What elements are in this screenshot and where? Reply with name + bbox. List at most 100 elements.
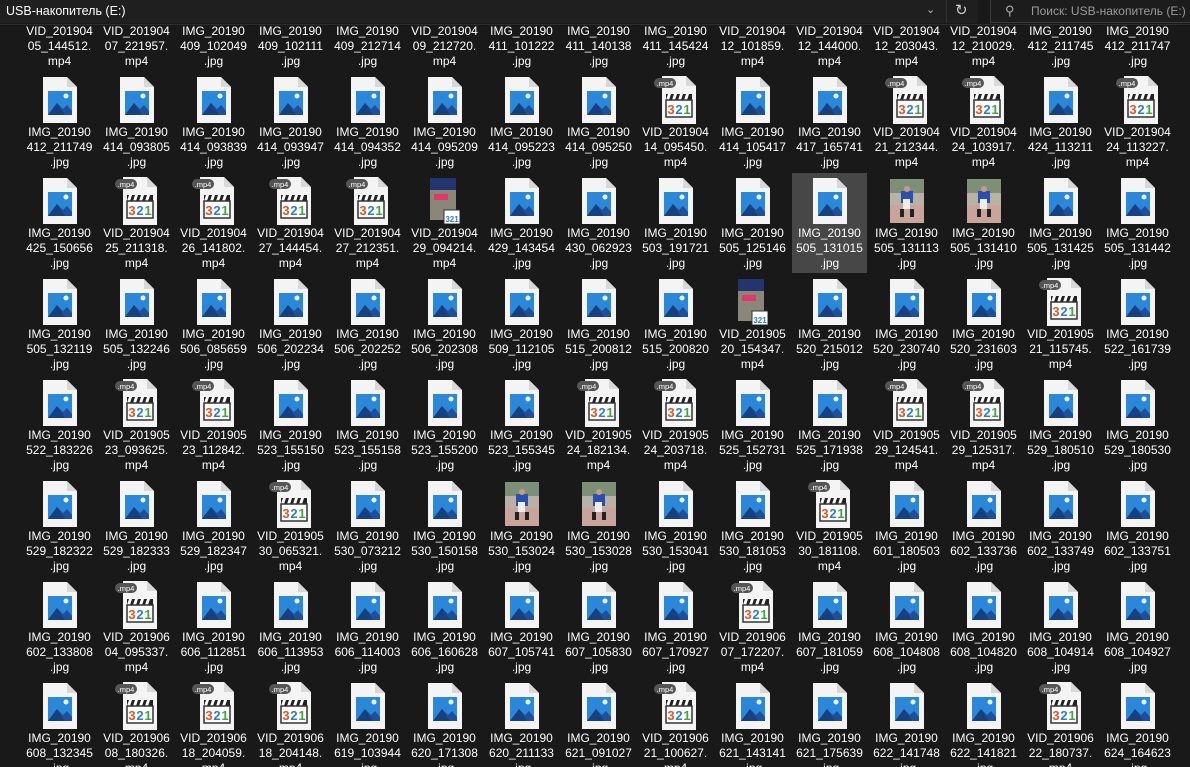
image-file-item[interactable]: IMG_20190 505_131015 .jpg	[792, 173, 867, 273]
image-file-item[interactable]: IMG_20190 608_104927 .jpg	[1100, 577, 1175, 677]
video-file-item[interactable]: .mp4 3 2 1 VID_201904 24_103917. mp4	[946, 72, 1021, 172]
video-file-item[interactable]: .mp4 3 2 1 VID_201904 26_141802. mp4	[176, 173, 251, 273]
image-file-item[interactable]: IMG_20190 520_231603 .jpg	[946, 274, 1021, 374]
image-file-item[interactable]: IMG_20190 411_145424 .jpg	[638, 25, 713, 71]
image-file-item[interactable]: IMG_20190 506_202308 .jpg	[407, 274, 482, 374]
image-file-item[interactable]: IMG_20190 509_112105 .jpg	[484, 274, 559, 374]
image-file-item[interactable]: IMG_20190 530_153041 .jpg	[638, 476, 713, 576]
image-file-item[interactable]: IMG_20190 409_212714 .jpg	[330, 25, 405, 71]
image-file-item[interactable]: IMG_20190621_175639.jpg	[792, 678, 867, 767]
image-file-item[interactable]: IMG_20190 414_105417 .jpg	[715, 72, 790, 172]
address-bar[interactable]: USB-накопитель (E:) ⌄ ↻	[0, 0, 978, 23]
image-file-item[interactable]: IMG_20190 424_113211 .jpg	[1023, 72, 1098, 172]
video-file-item[interactable]: .mp4 3 2 1 VID_201904 27_144454. mp4	[253, 173, 328, 273]
video-file-item[interactable]: VID_201904 09_212720. mp4	[407, 25, 482, 71]
image-file-item[interactable]: IMG_20190 525_171938 .jpg	[792, 375, 867, 475]
image-file-item[interactable]: IMG_20190 601_180503 .jpg	[869, 476, 944, 576]
image-file-item[interactable]: IMG_20190 602_133749 .jpg	[1023, 476, 1098, 576]
image-file-item[interactable]: IMG_20190 529_180510 .jpg	[1023, 375, 1098, 475]
image-file-item[interactable]: IMG_20190 414_093839 .jpg	[176, 72, 251, 172]
image-file-item[interactable]: IMG_20190 602_133751 .jpg	[1100, 476, 1175, 576]
image-file-item[interactable]: IMG_20190 417_165741 .jpg	[792, 72, 867, 172]
video-file-item[interactable]: .mp4 321 VID_20190618_204148.mp4	[253, 678, 328, 767]
image-file-item[interactable]: IMG_20190 530_181053 .jpg	[715, 476, 790, 576]
image-file-item[interactable]: IMG_20190 505_131425 .jpg	[1023, 173, 1098, 273]
video-file-item[interactable]: .mp4 3 2 1 VID_201904 24_113227. mp4	[1100, 72, 1175, 172]
video-file-item[interactable]: .mp4 3 2 1 VID_201904 25_211318. mp4	[99, 173, 174, 273]
image-file-item[interactable]: IMG_20190 606_112851 .jpg	[176, 577, 251, 677]
image-file-item[interactable]: IMG_20190 505_131442 .jpg	[1100, 173, 1175, 273]
image-file-item[interactable]: IMG_20190 530_073212 .jpg	[330, 476, 405, 576]
video-file-item[interactable]: .mp4 3 2 1 VID_201905 23_093625. mp4	[99, 375, 174, 475]
video-file-item[interactable]: VID_201904 12_144000. mp4	[792, 25, 867, 71]
image-file-item[interactable]: IMG_20190620_211133.jpg	[484, 678, 559, 767]
image-file-item[interactable]: IMG_20190 606_113953 .jpg	[253, 577, 328, 677]
image-file-item[interactable]: IMG_20190 606_160628 .jpg	[407, 577, 482, 677]
video-file-item[interactable]: .mp4 3 2 1 VID_201905 29_125317. mp4	[946, 375, 1021, 475]
image-file-item[interactable]: IMG_20190 523_155200 .jpg	[407, 375, 482, 475]
image-file-item[interactable]: IMG_20190 505_132119 .jpg	[22, 274, 97, 374]
image-file-item[interactable]: IMG_20190 529_182333 .jpg	[99, 476, 174, 576]
image-file-item[interactable]: IMG_20190622_141748.jpg	[869, 678, 944, 767]
image-file-item[interactable]: IMG_20190 515_200812 .jpg	[561, 274, 636, 374]
image-file-item[interactable]: IMG_20190 530_153024 .jpg	[484, 476, 559, 576]
image-file-item[interactable]: IMG_20190621_143141.jpg	[715, 678, 790, 767]
video-file-item[interactable]: .mp4 321 VID_20190608_180326.mp4	[99, 678, 174, 767]
video-file-item[interactable]: .mp4 321 VID_20190622_180737.mp4	[1023, 678, 1098, 767]
video-file-item[interactable]: .mp4 3 2 1 VID_201905 24_182134. mp4	[561, 375, 636, 475]
search-input[interactable]: ⚲ Поиск: USB-накопитель (E:)	[990, 0, 1190, 23]
image-file-item[interactable]: IMG_20190 425_150656 .jpg	[22, 173, 97, 273]
image-file-item[interactable]: IMG_20190 602_133808 .jpg	[22, 577, 97, 677]
video-file-item[interactable]: .mp4 3 2 1 VID_201904 14_095450. mp4	[638, 72, 713, 172]
video-file-item[interactable]: .mp4 3 2 1 VID_201904 27_212351. mp4	[330, 173, 405, 273]
refresh-icon[interactable]: ↻	[955, 1, 968, 19]
image-file-item[interactable]: IMG_20190 522_183226 .jpg	[22, 375, 97, 475]
image-file-item[interactable]: IMG_20190624_164623.jpg	[1100, 678, 1175, 767]
image-file-item[interactable]: IMG_20190 429_143454 .jpg	[484, 173, 559, 273]
image-file-item[interactable]: IMG_20190 529_182347 .jpg	[176, 476, 251, 576]
video-file-item[interactable]: .mp4 3 2 1 VID_201905 24_203718. mp4	[638, 375, 713, 475]
image-file-item[interactable]: IMG_20190 505_131410 .jpg	[946, 173, 1021, 273]
image-file-item[interactable]: IMG_20190 506_085659 .jpg	[176, 274, 251, 374]
image-file-item[interactable]: IMG_20190 607_105830 .jpg	[561, 577, 636, 677]
image-file-item[interactable]: IMG_20190 515_200820 .jpg	[638, 274, 713, 374]
image-file-item[interactable]: IMG_20190 505_125146 .jpg	[715, 173, 790, 273]
video-file-item[interactable]: 321 VID_201905 20_154347. mp4	[715, 274, 790, 374]
image-file-item[interactable]: IMG_20190 523_155345 .jpg	[484, 375, 559, 475]
video-file-item[interactable]: .mp4 3 2 1 VID_201905 29_124541. mp4	[869, 375, 944, 475]
image-file-item[interactable]: IMG_20190 523_155158 .jpg	[330, 375, 405, 475]
image-file-item[interactable]: IMG_20190608_132345.jpg	[22, 678, 97, 767]
video-file-item[interactable]: VID_201904 07_221957. mp4	[99, 25, 174, 71]
video-file-item[interactable]: .mp4 3 2 1 VID_201905 23_112842. mp4	[176, 375, 251, 475]
video-file-item[interactable]: .mp4 321 VID_20190621_100627.mp4	[638, 678, 713, 767]
image-file-item[interactable]: IMG_20190621_091027.jpg	[561, 678, 636, 767]
image-file-item[interactable]: IMG_20190 409_102049 .jpg	[176, 25, 251, 71]
image-file-item[interactable]: IMG_20190 430_062923 .jpg	[561, 173, 636, 273]
image-file-item[interactable]: IMG_20190 607_105741 .jpg	[484, 577, 559, 677]
image-file-item[interactable]: IMG_20190 506_202234 .jpg	[253, 274, 328, 374]
image-file-item[interactable]: IMG_20190622_141821.jpg	[946, 678, 1021, 767]
image-file-item[interactable]: IMG_20190 522_161739 .jpg	[1100, 274, 1175, 374]
image-file-item[interactable]: IMG_20190 414_095223 .jpg	[484, 72, 559, 172]
image-file-item[interactable]: IMG_20190 411_101222 .jpg	[484, 25, 559, 71]
image-file-item[interactable]: IMG_20190 529_182322 .jpg	[22, 476, 97, 576]
image-file-item[interactable]: IMG_20190 412_211745 .jpg	[1023, 25, 1098, 71]
image-file-item[interactable]: IMG_20190 414_095250 .jpg	[561, 72, 636, 172]
image-file-item[interactable]: IMG_20190620_171308.jpg	[407, 678, 482, 767]
video-file-item[interactable]: .mp4 3 2 1 VID_201906 07_172207. mp4	[715, 577, 790, 677]
video-file-item[interactable]: .mp4 3 2 1 VID_201904 21_212344. mp4	[869, 72, 944, 172]
image-file-item[interactable]: IMG_20190 525_152731 .jpg	[715, 375, 790, 475]
video-file-item[interactable]: .mp4 3 2 1 VID_201905 30_181108. mp4	[792, 476, 867, 576]
video-file-item[interactable]: 321 VID_201904 29_094214. mp4	[407, 173, 482, 273]
image-file-item[interactable]: IMG_20190 503_191721 .jpg	[638, 173, 713, 273]
chevron-down-icon[interactable]: ⌄	[926, 3, 935, 16]
image-file-item[interactable]: IMG_20190 607_181059 .jpg	[792, 577, 867, 677]
image-file-item[interactable]: IMG_20190 602_133736 .jpg	[946, 476, 1021, 576]
image-file-item[interactable]: IMG_20190 608_104820 .jpg	[946, 577, 1021, 677]
image-file-item[interactable]: IMG_20190 523_155150 .jpg	[253, 375, 328, 475]
video-file-item[interactable]: VID_201904 12_101859. mp4	[715, 25, 790, 71]
image-file-item[interactable]: IMG_20190 606_114003 .jpg	[330, 577, 405, 677]
video-file-item[interactable]: .mp4 3 2 1 VID_201905 30_065321. mp4	[253, 476, 328, 576]
image-file-item[interactable]: IMG_20190 414_095209 .jpg	[407, 72, 482, 172]
video-file-item[interactable]: .mp4 321 VID_20190618_204059.mp4	[176, 678, 251, 767]
